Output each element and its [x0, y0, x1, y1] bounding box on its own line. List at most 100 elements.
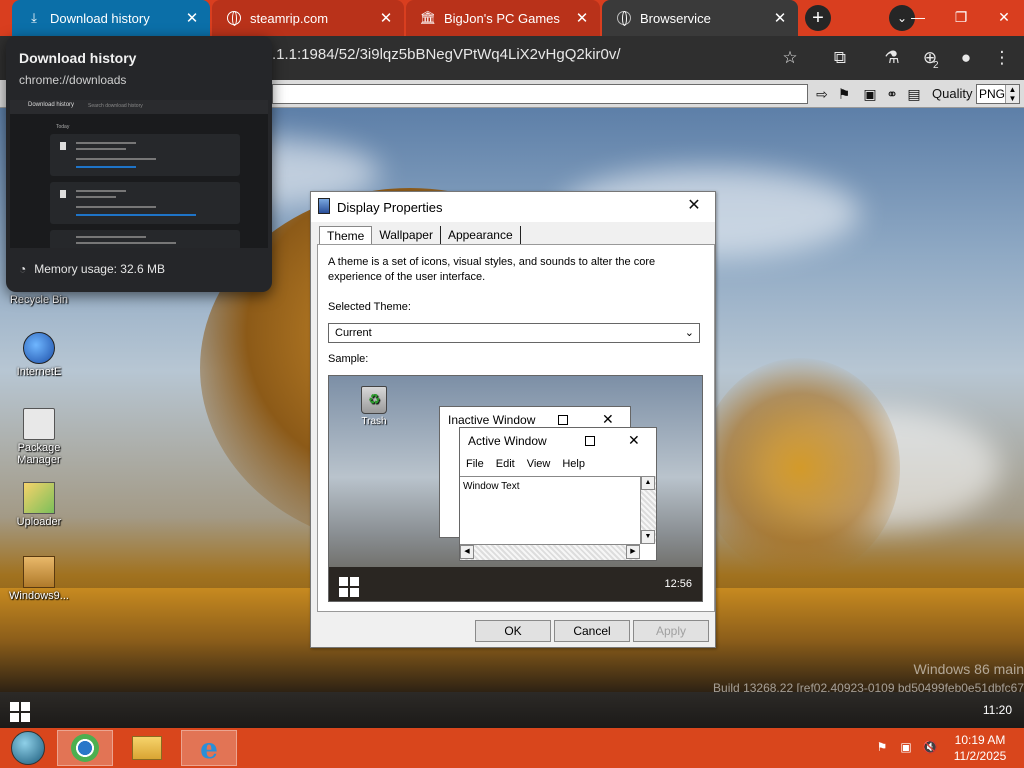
menu-dots-icon[interactable]: ⋮ [990, 46, 1014, 70]
browser-icon [71, 734, 99, 762]
remote-taskbar: 11:20 [0, 692, 1024, 728]
browser-tab-strip: ⤓ Download history ✕ steamrip.com ✕ 🏛 Bi… [0, 0, 1024, 36]
file-icon [60, 190, 66, 198]
find-icon[interactable]: ▣ [860, 84, 880, 104]
close-window-icon[interactable]: ✕ [984, 0, 1024, 36]
ok-button[interactable]: OK [475, 620, 551, 642]
trash-icon [361, 386, 387, 414]
sample-inactive-title: Inactive Window [448, 413, 536, 427]
thumb-section-label: Today [56, 124, 70, 130]
address-url[interactable]: .1.1:1984/52/3i9lqz5bBNegVPtWq4LiX2vHgQ2… [272, 46, 621, 63]
desktop-icon-recycle-bin[interactable]: Recycle Bin [4, 294, 74, 306]
tab-close-icon[interactable]: ✕ [572, 9, 592, 27]
clipboard-icon[interactable]: ▤ [904, 84, 924, 104]
volume-muted-icon[interactable]: 🔇 [922, 740, 938, 756]
tab-bigjon[interactable]: 🏛 BigJon's PC Games Coll ✕ [406, 0, 600, 36]
display-properties-dialog: Display Properties ✕ Theme Wallpaper App… [310, 191, 716, 648]
thumb-download-card [50, 134, 240, 176]
restore-icon[interactable]: ❐ [941, 0, 981, 36]
internet-explorer-icon: e [200, 731, 218, 765]
popup-title: Download history [19, 50, 137, 66]
sample-window-text: Window Text [463, 481, 520, 492]
cancel-button[interactable]: Cancel [554, 620, 630, 642]
dialog-titlebar[interactable]: Display Properties ✕ [311, 192, 715, 222]
thumb-progress [76, 214, 196, 216]
thumb-line [76, 158, 156, 160]
tab-wallpaper[interactable]: Wallpaper [372, 226, 441, 246]
host-time: 10:19 AM [954, 733, 1006, 747]
watermark-line1: Windows 86 main [913, 661, 1024, 677]
scroll-down-icon: ▼ [641, 530, 655, 544]
sample-active-window: Active Window ✕ File Edit View Help Wind… [459, 427, 657, 561]
minimize-icon[interactable]: — [898, 0, 938, 36]
tab-close-icon[interactable]: ✕ [182, 9, 202, 27]
display-app-icon [318, 198, 330, 214]
tab-title: BigJon's PC Games Coll [444, 10, 564, 26]
taskbar-explorer-button[interactable] [119, 730, 175, 766]
sample-menu-file: File [466, 458, 484, 470]
go-arrow-icon[interactable]: ⇨ [812, 84, 832, 104]
quality-label: Quality [932, 86, 973, 101]
thumb-download-card [50, 182, 240, 224]
memory-usage: ◔ Memory usage: 32.6 MB [19, 262, 165, 276]
maximize-icon [585, 436, 595, 446]
quality-value: PNG [979, 87, 1006, 101]
sample-menu-edit: Edit [495, 458, 515, 470]
tab-steamrip[interactable]: steamrip.com ✕ [212, 0, 404, 36]
taskbar-chrome-button[interactable] [57, 730, 113, 766]
binoculars-icon[interactable]: ⚭ [882, 84, 902, 104]
sample-active-title: Active Window [468, 434, 547, 448]
tab-browservice[interactable]: Browservice ✕ [602, 0, 798, 36]
sample-label: Sample: [328, 353, 369, 365]
thumb-line [76, 148, 126, 150]
network-icon[interactable]: ▣ [898, 740, 914, 756]
close-icon: ✕ [602, 411, 614, 427]
dialog-title: Display Properties [337, 200, 443, 215]
taskbar-ie-button[interactable]: e [181, 730, 237, 766]
labs-flask-icon[interactable]: ⚗ [880, 46, 904, 70]
desktop-icon-uploader[interactable]: Uploader [4, 482, 74, 528]
tab-close-icon[interactable]: ✕ [376, 9, 396, 27]
spinner-icon[interactable]: ▲ ▼ [1005, 85, 1019, 103]
remote-url-input[interactable] [272, 84, 808, 104]
tree-foliage [700, 358, 900, 578]
flag-icon[interactable]: ⚑ [874, 740, 890, 756]
tab-appearance[interactable]: Appearance [440, 226, 521, 246]
windows-logo-icon [339, 577, 359, 597]
desktop-icon-internet[interactable]: InternetE [4, 332, 74, 378]
tab-download-history[interactable]: ⤓ Download history ✕ [12, 0, 210, 36]
sample-taskbar: 12:56 [329, 567, 702, 601]
thumb-progress [76, 166, 136, 168]
sample-trash-icon-group: Trash [349, 386, 399, 427]
popup-url: chrome://downloads [19, 73, 127, 87]
host-clock[interactable]: 10:19 AM 11/2/2025 [944, 732, 1016, 764]
start-orb-button[interactable] [0, 730, 56, 766]
desktop-icon-package-manager[interactable]: Package Manager [4, 408, 74, 466]
maximize-icon [558, 415, 568, 425]
desktop-icon-label: Windows9... [9, 590, 69, 602]
apply-button[interactable]: Apply [633, 620, 709, 642]
tab-title: Browservice [640, 10, 711, 26]
extensions-icon[interactable]: ⧉ [828, 46, 852, 70]
sample-menu-help: Help [562, 458, 585, 470]
desktop-icon-windows9[interactable]: Windows9... [4, 556, 74, 602]
tab-close-icon[interactable]: ✕ [770, 9, 790, 27]
sample-clock: 12:56 [664, 578, 692, 590]
bookmark-icon[interactable]: ⚑ [834, 84, 854, 104]
close-icon: ✕ [628, 432, 640, 448]
bookmark-star-icon[interactable]: ☆ [778, 46, 802, 70]
thumb-search: Search download history [88, 103, 143, 109]
dialog-close-icon[interactable]: ✕ [679, 194, 709, 218]
new-tab-button[interactable]: + [805, 5, 831, 31]
theme-select-value: Current [335, 327, 372, 339]
thumb-line [76, 190, 126, 192]
thumb-line [76, 206, 156, 208]
theme-select[interactable]: Current ⌄ [328, 323, 700, 343]
profile-icon[interactable]: ● [954, 46, 978, 70]
tab-theme[interactable]: Theme [319, 226, 373, 246]
desktop-icon-label: Package Manager [17, 442, 61, 466]
sample-horizontal-scrollbar: ◀ ▶ [460, 544, 640, 560]
thumb-header: Download history Search download history [10, 100, 268, 114]
start-windows-icon[interactable] [10, 702, 30, 722]
quality-select[interactable]: PNG ▲ ▼ [976, 84, 1020, 104]
